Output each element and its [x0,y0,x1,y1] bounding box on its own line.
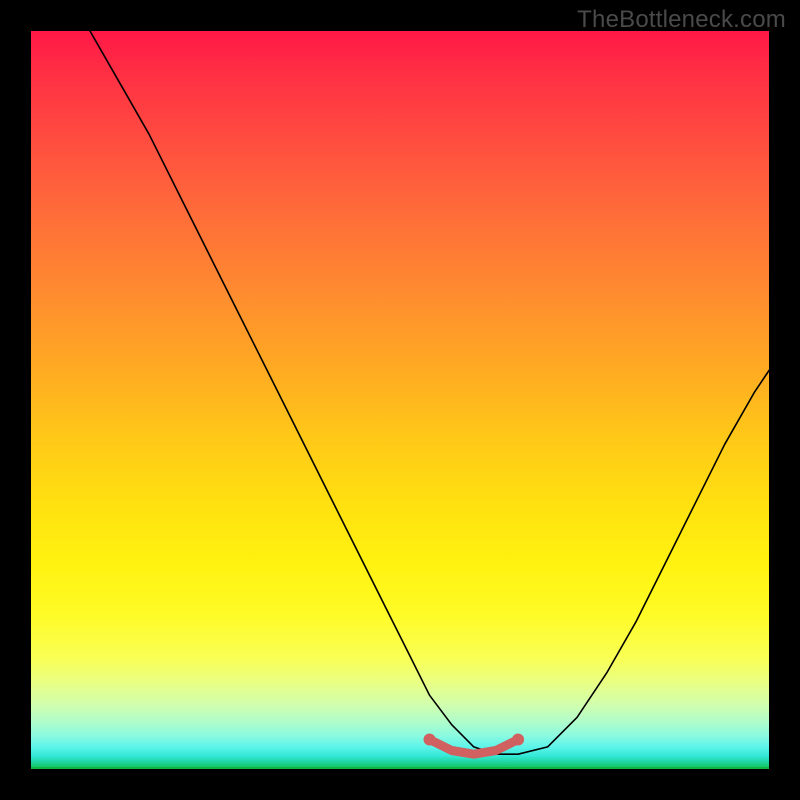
bottleneck-curve [90,31,769,754]
watermark-text: TheBottleneck.com [577,6,786,34]
plot-area [31,31,769,769]
optimal-start-marker [424,733,436,745]
chart-stage: TheBottleneck.com [0,0,800,800]
curve-layer [31,31,769,769]
optimal-end-marker [512,733,524,745]
